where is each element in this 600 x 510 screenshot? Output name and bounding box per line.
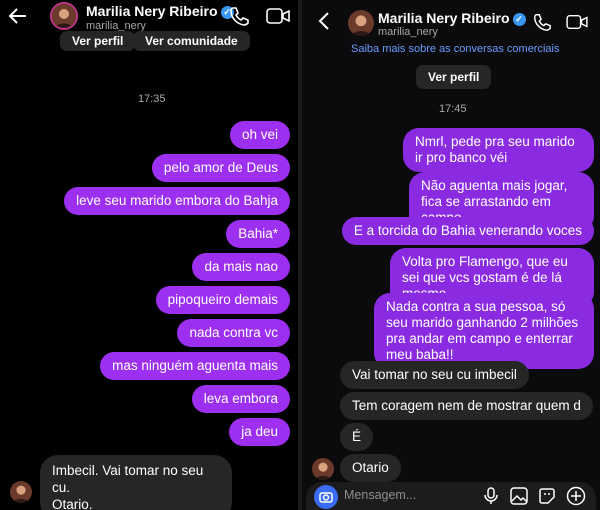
message-composer: Mensagem... <box>306 482 596 510</box>
timestamp: 17:45 <box>439 103 467 115</box>
message-sent[interactable]: Bahia* <box>226 220 290 248</box>
microphone-icon[interactable] <box>484 487 498 510</box>
message-sent[interactable]: oh vei <box>229 121 290 149</box>
business-info-link[interactable]: Saiba mais sobre as conversas comerciais <box>351 43 559 55</box>
plus-icon[interactable] <box>566 486 586 510</box>
chat-right-panel: Marilia Nery Ribeiro ✓ marilia_nery Saiba… <box>302 0 600 510</box>
video-camera-icon[interactable] <box>266 6 290 31</box>
contact-name[interactable]: Marilia Nery Ribeiro ✓ <box>378 10 526 26</box>
message-input[interactable]: Mensagem... <box>344 488 416 502</box>
contact-handle: marilia_nery <box>378 26 438 38</box>
avatar[interactable] <box>50 2 78 30</box>
view-profile-button[interactable]: Ver perfil <box>416 65 492 89</box>
contact-name[interactable]: Marilia Nery Ribeiro ✓ <box>86 3 234 19</box>
view-community-button[interactable]: Ver comunidade <box>133 31 250 51</box>
phone-icon[interactable] <box>228 5 250 32</box>
chat-header: Marilia Nery Ribeiro ✓ marilia_nery <box>302 0 600 44</box>
message-sent[interactable]: pipoqueiro demais <box>155 286 290 314</box>
back-arrow-icon[interactable] <box>8 6 28 30</box>
message-sent[interactable]: leve seu marido embora do Bahja <box>64 187 290 215</box>
verified-badge-icon: ✓ <box>512 13 526 26</box>
timestamp: 17:35 <box>138 93 166 105</box>
message-received[interactable]: É <box>340 423 374 451</box>
avatar[interactable] <box>348 10 374 36</box>
message-sent[interactable]: da mais nao <box>192 253 290 281</box>
message-sent[interactable]: Nmrl, pede pra seu marido ir pro banco v… <box>403 128 594 172</box>
gallery-icon[interactable] <box>510 487 528 510</box>
message-sent[interactable]: mas ninguém aguenta mais <box>100 352 290 380</box>
contact-name-text: Marilia Nery Ribeiro <box>378 10 510 26</box>
message-received[interactable]: Imbecil. Vai tomar no seu cu. Otario. <box>40 455 232 510</box>
message-sent[interactable]: leva embora <box>191 385 290 413</box>
sender-avatar <box>10 481 32 503</box>
message-sent[interactable]: ja deu <box>229 418 290 446</box>
message-received[interactable]: Tem coragem nem de mostrar quem d <box>340 392 593 420</box>
back-chevron-icon[interactable] <box>318 12 330 34</box>
contact-name-text: Marilia Nery Ribeiro <box>86 3 218 19</box>
message-received[interactable]: Vai tomar no seu cu imbecil <box>340 361 529 389</box>
phone-icon[interactable] <box>532 12 552 37</box>
view-profile-button[interactable]: Ver perfil <box>60 31 136 51</box>
message-sent[interactable]: E a torcida do Bahia venerando voces <box>341 217 594 245</box>
sender-avatar <box>312 458 334 480</box>
video-camera-icon[interactable] <box>566 13 588 36</box>
camera-icon[interactable] <box>314 485 338 509</box>
message-sent[interactable]: pelo amor de Deus <box>151 154 290 182</box>
message-sent[interactable]: nada contra vc <box>177 319 290 347</box>
message-received[interactable]: Otario <box>340 454 401 482</box>
message-sent[interactable]: Nada contra a sua pessoa, só seu marido … <box>374 293 594 369</box>
sticker-icon[interactable] <box>538 487 556 510</box>
chat-left-panel: Marilia Nery Ribeiro ✓ marilia_nery Ver p… <box>0 0 298 510</box>
